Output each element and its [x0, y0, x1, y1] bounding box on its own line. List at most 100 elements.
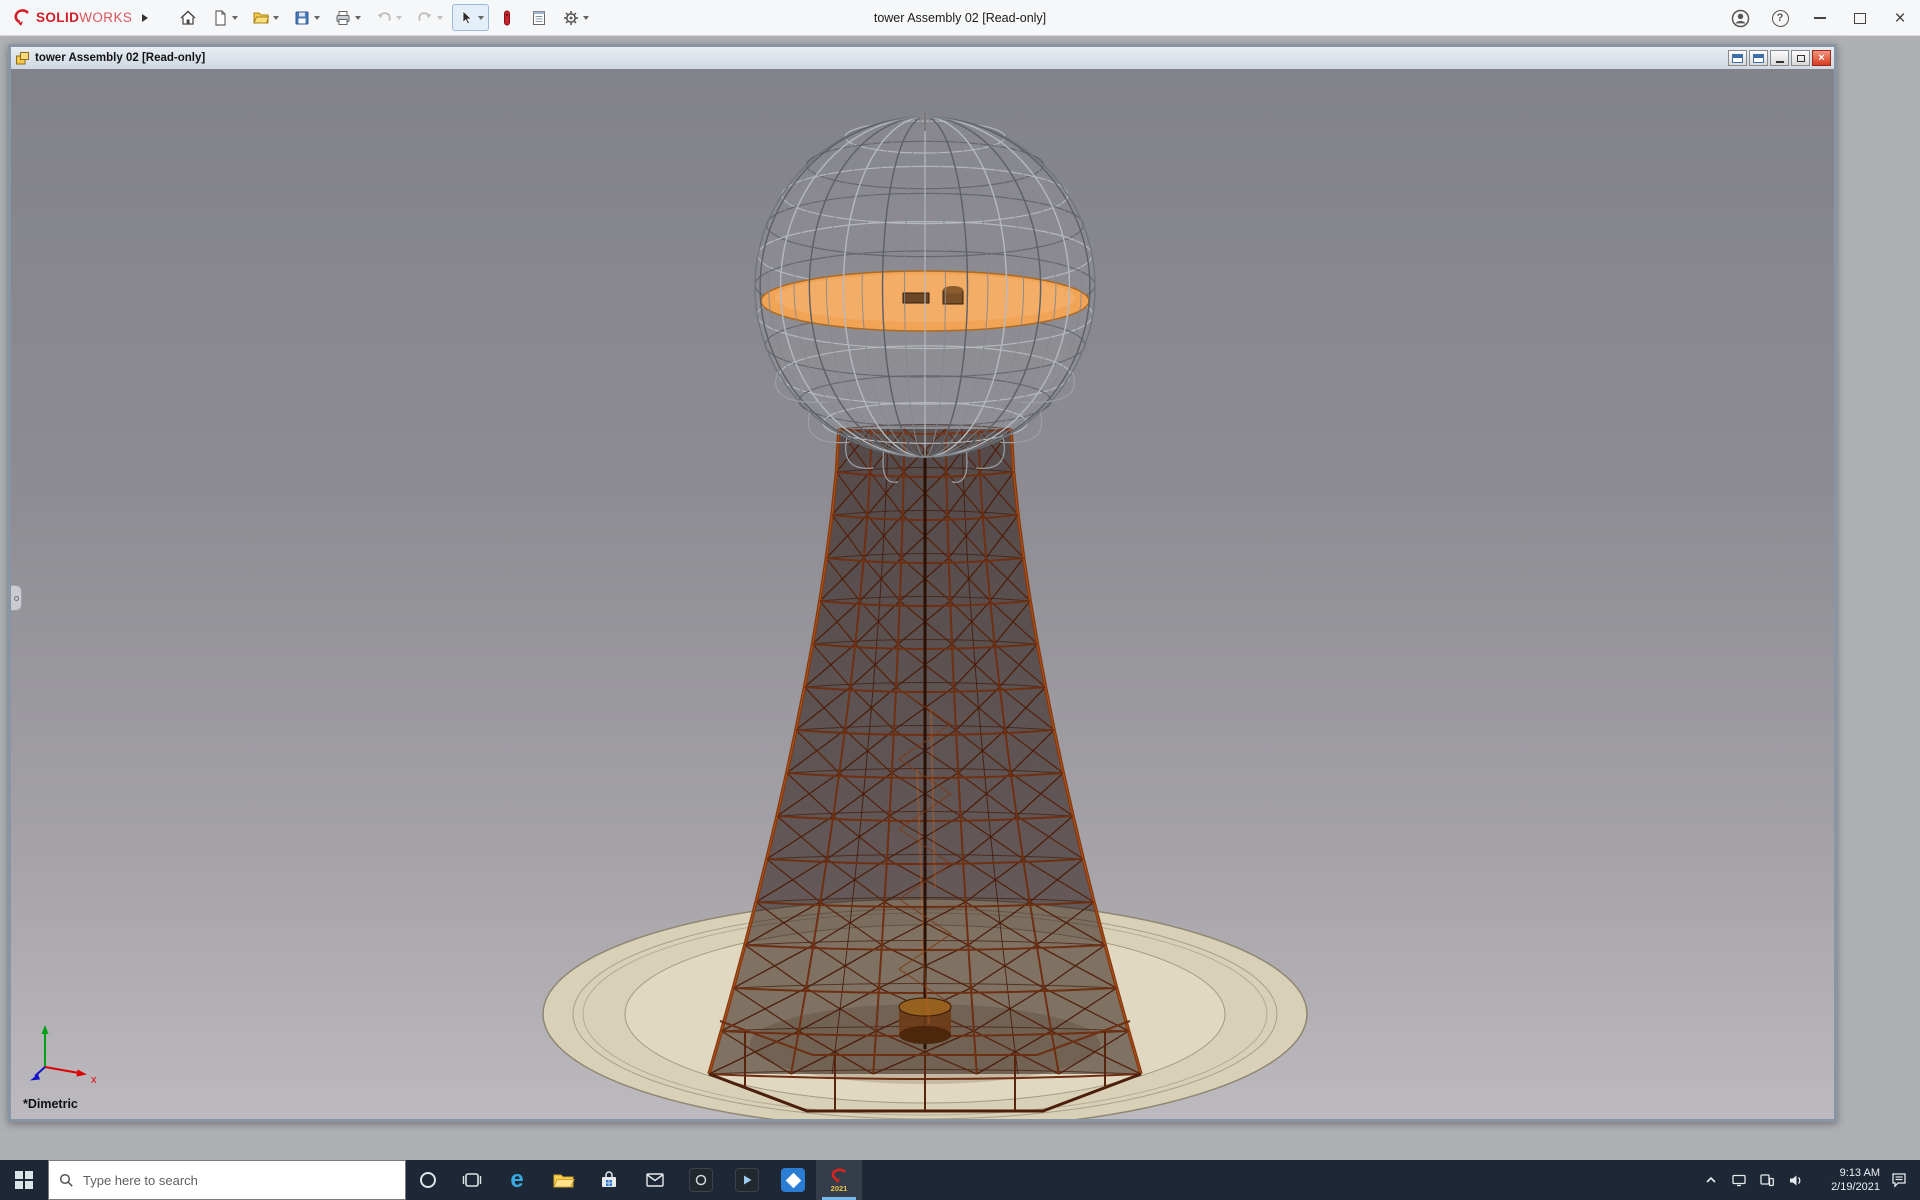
undo-icon	[375, 9, 393, 27]
mail-taskbar-button[interactable]	[632, 1160, 678, 1200]
brand-light: WORKS	[79, 10, 132, 25]
app-titlebar: SOLIDWORKS	[0, 0, 1920, 36]
monitor-phone-icon	[1759, 1172, 1775, 1188]
user-account-button[interactable]	[1720, 0, 1760, 36]
windows-taskbar: e	[0, 1160, 1920, 1200]
speaker-icon	[1787, 1172, 1804, 1189]
file-explorer-icon	[552, 1169, 575, 1192]
doc-restore-button[interactable]	[1791, 50, 1810, 66]
print-button[interactable]	[329, 4, 366, 31]
document-title: tower Assembly 02 [Read-only]	[35, 52, 205, 64]
start-button[interactable]	[0, 1160, 48, 1200]
tower-3d-model	[11, 69, 1834, 1119]
mdi-background: tower Assembly 02 [Read-only] × x *Dimet	[0, 36, 1920, 1160]
file-explorer-taskbar-button[interactable]	[540, 1160, 586, 1200]
chevron-down-icon[interactable]	[437, 16, 443, 20]
chevron-down-icon[interactable]	[355, 16, 361, 20]
edge-taskbar-button[interactable]: e	[494, 1160, 540, 1200]
solidworks-logo: SOLIDWORKS	[0, 8, 158, 28]
task-view-icon	[462, 1170, 482, 1190]
tray-display-button[interactable]	[1726, 1160, 1752, 1200]
monitor-icon	[1731, 1172, 1747, 1188]
doc-tile-horizontal-button[interactable]	[1728, 50, 1747, 66]
solidworks-year-badge: 2021	[831, 1185, 848, 1193]
help-button[interactable]: ?	[1760, 0, 1800, 36]
tile-window-icon	[1753, 54, 1764, 63]
person-icon	[1731, 9, 1750, 28]
pinned-app-blue-button[interactable]	[770, 1160, 816, 1200]
restore-icon	[1797, 55, 1805, 62]
windows-logo-icon	[15, 1171, 33, 1189]
chevron-down-icon[interactable]	[478, 16, 484, 20]
hidden-icons-button[interactable]	[1698, 1160, 1724, 1200]
print-icon	[334, 9, 352, 27]
store-taskbar-button[interactable]	[586, 1160, 632, 1200]
redo-button[interactable]	[411, 4, 448, 31]
chevron-down-icon[interactable]	[232, 16, 238, 20]
save-button[interactable]	[288, 4, 325, 31]
3d-viewport[interactable]: x *Dimetric	[11, 69, 1834, 1119]
brand-text: SOLIDWORKS	[36, 10, 132, 25]
redo-icon	[416, 9, 434, 27]
chevron-up-icon	[1703, 1172, 1719, 1188]
document-window-controls: ×	[1728, 50, 1831, 66]
cortana-button[interactable]	[406, 1160, 450, 1200]
chevron-down-icon[interactable]	[583, 16, 589, 20]
task-view-button[interactable]	[450, 1160, 494, 1200]
panel-collapse-tab[interactable]	[11, 585, 22, 611]
chevron-down-icon[interactable]	[396, 16, 402, 20]
maximize-button[interactable]	[1840, 0, 1880, 36]
doc-tile-vertical-button[interactable]	[1749, 50, 1768, 66]
app-window-title: tower Assembly 02 [Read-only]	[874, 11, 1046, 25]
brand-bold: SOLID	[36, 10, 79, 25]
select-tool-button[interactable]	[452, 4, 489, 31]
solidworks-swirl-icon	[829, 1168, 849, 1184]
notification-icon	[1890, 1171, 1908, 1189]
file-properties-button[interactable]	[525, 4, 553, 31]
chevron-down-icon[interactable]	[314, 16, 320, 20]
pinned-app-dark-1-button[interactable]	[678, 1160, 724, 1200]
options-button[interactable]	[557, 4, 594, 31]
red-capsule-icon	[498, 9, 516, 27]
tray-devices-button[interactable]	[1754, 1160, 1780, 1200]
media-play-icon	[735, 1168, 759, 1192]
minimize-icon	[1814, 17, 1826, 19]
view-orientation-label: *Dimetric	[23, 1097, 78, 1111]
chevron-down-icon[interactable]	[273, 16, 279, 20]
cortana-ring-icon	[418, 1170, 438, 1190]
taskbar-clock[interactable]: 9:13 AM 2/19/2021	[1810, 1166, 1884, 1194]
system-tray: 9:13 AM 2/19/2021	[1698, 1160, 1920, 1200]
pinned-app-dark-2-button[interactable]	[724, 1160, 770, 1200]
document-window: tower Assembly 02 [Read-only] × x *Dimet	[8, 44, 1837, 1122]
document-titlebar[interactable]: tower Assembly 02 [Read-only] ×	[11, 47, 1834, 69]
app-window-controls: ? ×	[1720, 0, 1920, 36]
new-document-button[interactable]	[206, 4, 243, 31]
save-icon	[293, 9, 311, 27]
store-bag-icon	[598, 1169, 620, 1191]
doc-minimize-button[interactable]	[1770, 50, 1789, 66]
doc-close-button[interactable]: ×	[1812, 50, 1831, 66]
undo-button[interactable]	[370, 4, 407, 31]
solidworks-app-icon: 2021	[829, 1168, 849, 1193]
menu-expand-arrow-icon[interactable]	[142, 14, 148, 22]
red-capsule-tool-button[interactable]	[493, 4, 521, 31]
document-report-icon	[530, 9, 548, 27]
close-button[interactable]: ×	[1880, 0, 1920, 36]
minimize-button[interactable]	[1800, 0, 1840, 36]
search-input[interactable]	[49, 1161, 405, 1199]
search-icon	[59, 1173, 74, 1188]
tile-window-icon	[1732, 54, 1743, 63]
open-button[interactable]	[247, 4, 284, 31]
volume-button[interactable]	[1782, 1160, 1808, 1200]
minimize-icon	[1776, 61, 1784, 63]
solidworks-taskbar-button[interactable]: 2021	[816, 1160, 862, 1200]
open-folder-icon	[252, 9, 270, 27]
close-icon: ×	[1894, 9, 1905, 28]
taskbar-search[interactable]	[48, 1160, 406, 1200]
triad-x-label: x	[91, 1074, 97, 1086]
blue-app-icon	[781, 1168, 805, 1192]
notification-center-button[interactable]	[1886, 1160, 1912, 1200]
home-button[interactable]	[174, 4, 202, 31]
home-icon	[179, 9, 197, 27]
new-document-icon	[211, 9, 229, 27]
